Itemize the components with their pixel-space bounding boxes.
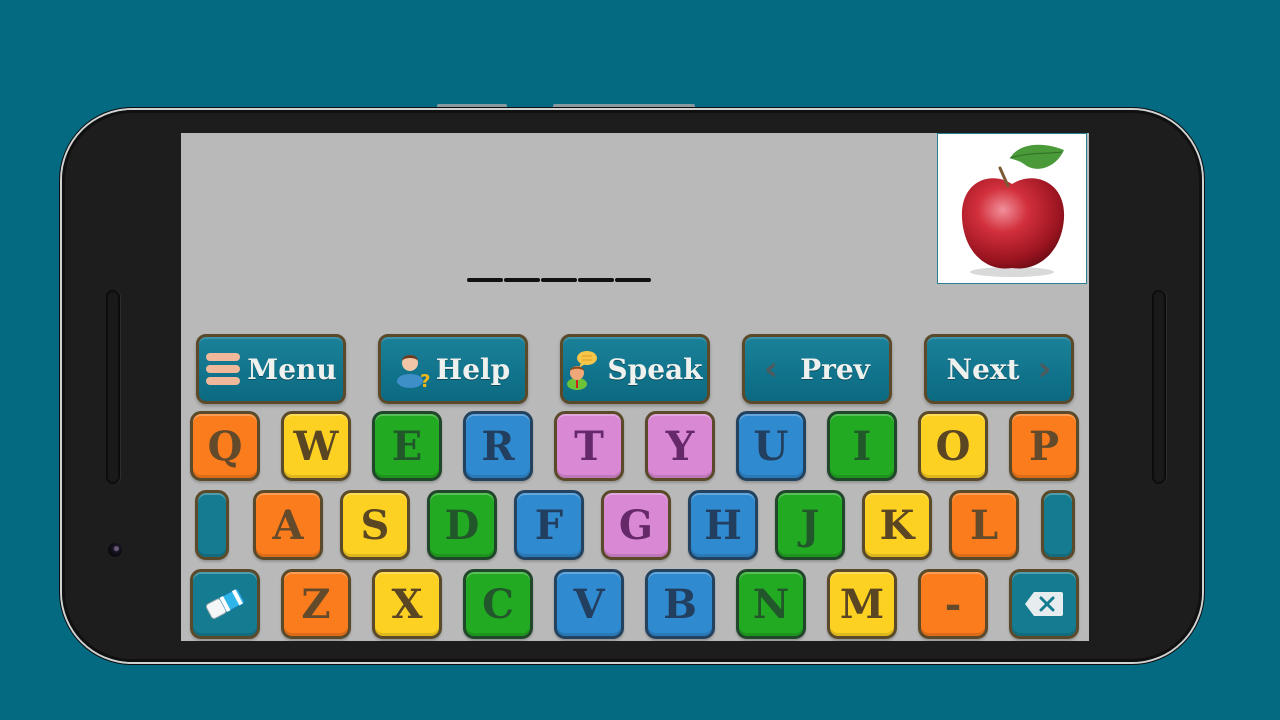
key-hyphen[interactable]: -	[918, 569, 988, 639]
key-i[interactable]: I	[827, 411, 897, 481]
phone-side-button	[437, 104, 507, 108]
speak-label: Speak	[607, 352, 703, 386]
phone-camera	[108, 543, 122, 557]
key-n[interactable]: N	[736, 569, 806, 639]
key-e[interactable]: E	[372, 411, 442, 481]
letter-blank	[615, 278, 651, 282]
phone-speaker-left	[106, 290, 120, 484]
key-w[interactable]: W	[281, 411, 351, 481]
chevron-left-icon: ‹	[764, 349, 779, 389]
person-speech-icon	[567, 351, 598, 390]
keyboard-row-3: Z X C V B N M -	[190, 569, 1079, 639]
menu-button[interactable]: Menu	[196, 334, 346, 404]
key-u[interactable]: U	[736, 411, 806, 481]
key-x[interactable]: X	[372, 569, 442, 639]
word-picture	[937, 133, 1087, 284]
apple-image	[961, 144, 1065, 277]
key-s[interactable]: S	[340, 490, 410, 560]
key-p[interactable]: P	[1009, 411, 1079, 481]
prev-label: Prev	[800, 352, 870, 386]
eraser-icon	[205, 588, 245, 619]
next-label: Next	[946, 352, 1020, 386]
prev-button[interactable]: ‹ Prev	[742, 334, 892, 404]
keyboard-row-2: A S D F G H J K L	[195, 490, 1075, 560]
speak-button[interactable]: Speak	[560, 334, 710, 404]
letter-blank	[541, 278, 577, 282]
phone-volume-button	[553, 104, 695, 108]
word-blanks	[467, 278, 651, 282]
phone-speaker-right	[1152, 290, 1166, 484]
key-k[interactable]: K	[862, 490, 932, 560]
help-button[interactable]: ? Help	[378, 334, 528, 404]
backspace-icon	[1025, 592, 1063, 616]
key-f[interactable]: F	[514, 490, 584, 560]
keyboard-row-1: Q W E R T Y U I O P	[190, 411, 1079, 481]
key-m[interactable]: M	[827, 569, 897, 639]
key-b[interactable]: B	[645, 569, 715, 639]
key-c[interactable]: C	[463, 569, 533, 639]
spacer-key-left[interactable]	[195, 490, 229, 560]
key-t[interactable]: T	[554, 411, 624, 481]
key-v[interactable]: V	[554, 569, 624, 639]
letter-blank	[504, 278, 540, 282]
spacer-key-right[interactable]	[1041, 490, 1075, 560]
key-h[interactable]: H	[688, 490, 758, 560]
key-g[interactable]: G	[601, 490, 671, 560]
key-o[interactable]: O	[918, 411, 988, 481]
key-d[interactable]: D	[427, 490, 497, 560]
app-screen: Menu ? Help Speak ‹ Prev Next › Q W E R …	[181, 133, 1089, 641]
key-a[interactable]: A	[253, 490, 323, 560]
person-question-icon: ?	[396, 355, 430, 389]
letter-blank	[467, 278, 503, 282]
hamburger-icon	[206, 353, 241, 385]
key-j[interactable]: J	[775, 490, 845, 560]
svg-text:?: ?	[420, 371, 430, 389]
key-r[interactable]: R	[463, 411, 533, 481]
backspace-button[interactable]	[1009, 569, 1079, 639]
menu-label: Menu	[247, 352, 337, 386]
key-y[interactable]: Y	[645, 411, 715, 481]
next-button[interactable]: Next ›	[924, 334, 1074, 404]
key-z[interactable]: Z	[281, 569, 351, 639]
eraser-button[interactable]	[190, 569, 260, 639]
letter-blank	[578, 278, 614, 282]
nav-bar: Menu ? Help Speak ‹ Prev Next ›	[196, 334, 1074, 404]
chevron-right-icon: ›	[1037, 349, 1052, 389]
key-q[interactable]: Q	[190, 411, 260, 481]
key-l[interactable]: L	[949, 490, 1019, 560]
help-label: Help	[435, 352, 511, 386]
